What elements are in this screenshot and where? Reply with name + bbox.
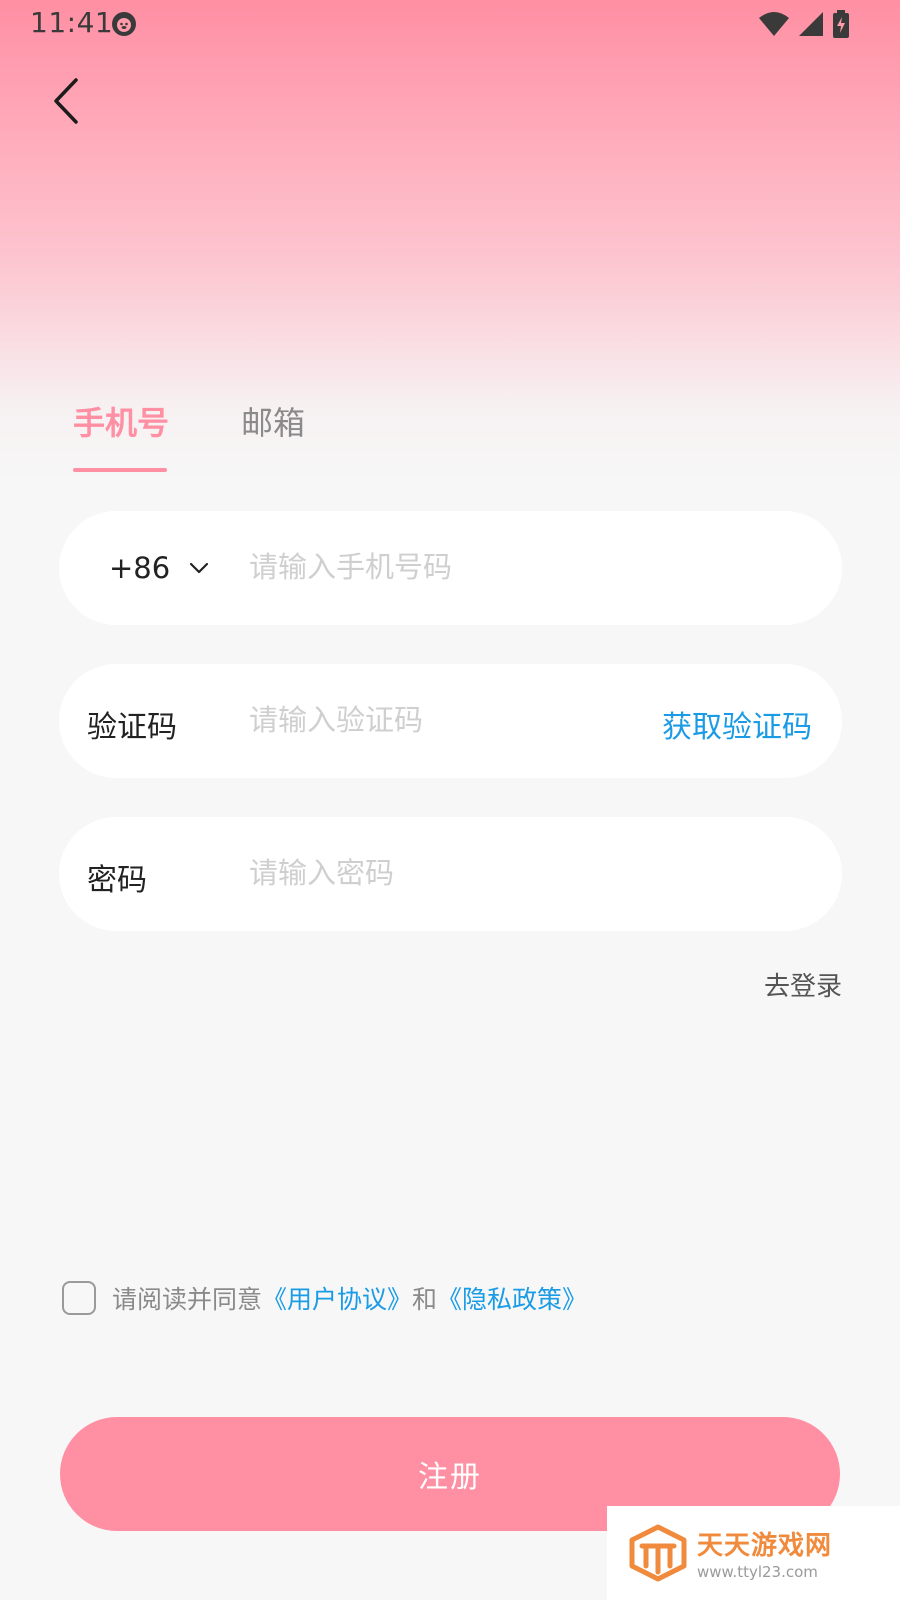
chevron-left-icon [54,78,78,124]
status-icons [758,10,850,38]
watermark: 天天游戏网 www.ttyl23.com [607,1506,900,1600]
password-field: 密码 [59,817,842,931]
agreement-conjunction: 和 [412,1285,438,1314]
get-code-button[interactable]: 获取验证码 [662,702,812,746]
code-field: 验证码 获取验证码 [59,664,842,778]
country-code-selector[interactable]: +86 [109,551,210,585]
battery-charging-icon [833,10,849,38]
phone-field: +86 [59,511,842,625]
agreement-row: 请阅读并同意 《用户协议》 和 《隐私政策》 [62,1280,587,1316]
back-button[interactable] [40,72,100,132]
agreement-checkbox[interactable] [62,1281,96,1315]
chevron-down-icon [190,562,209,574]
app-notification-icon [112,12,136,36]
tab-phone[interactable]: 手机号 [73,398,169,444]
code-label: 验证码 [87,710,177,745]
user-agreement-link[interactable]: 《用户协议》 [262,1280,412,1316]
country-code-value: +86 [109,551,171,585]
password-label: 密码 [87,863,147,898]
status-time: 11:41 [30,6,114,39]
cellular-signal-icon [799,12,823,36]
privacy-policy-link[interactable]: 《隐私政策》 [437,1280,587,1316]
phone-input[interactable] [249,539,669,595]
watermark-logo-icon [629,1524,687,1582]
password-input[interactable] [249,845,669,901]
status-bar: 11:41 [0,0,900,48]
tab-email[interactable]: 邮箱 [241,398,305,444]
active-tab-indicator [73,468,167,472]
watermark-title: 天天游戏网 [697,1531,833,1561]
watermark-url: www.ttyl23.com [697,1563,818,1581]
code-input[interactable] [249,692,649,748]
go-login-link[interactable]: 去登录 [764,966,842,1003]
agreement-prefix: 请阅读并同意 [112,1285,263,1314]
wifi-icon [759,12,789,36]
